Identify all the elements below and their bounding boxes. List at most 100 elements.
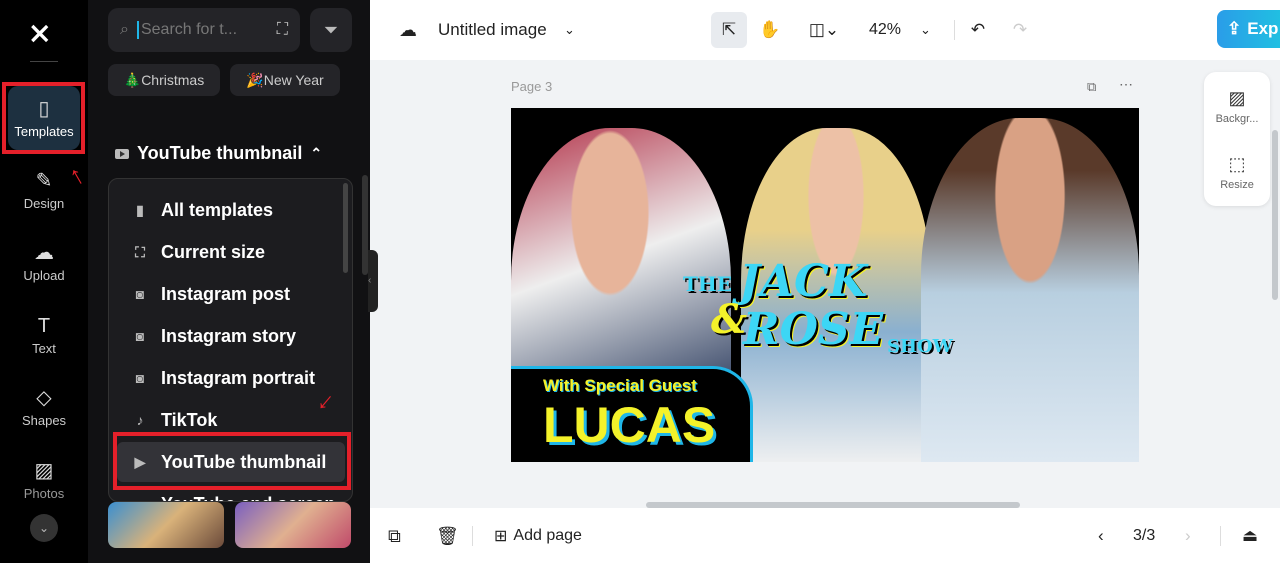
select-tool-button[interactable]: ⇱	[711, 12, 747, 48]
title-jack: JACK	[739, 256, 868, 307]
menu-label: TikTok	[161, 409, 218, 430]
template-thumbnail[interactable]	[235, 502, 351, 548]
shapes-icon: ◇	[36, 386, 52, 409]
divider	[472, 526, 473, 546]
search-placeholder: Search for t...	[136, 21, 237, 39]
tiktok-icon: ♪	[136, 412, 144, 428]
menu-item-instagram-post[interactable]: ◙ Instagram post	[117, 274, 345, 314]
document-title[interactable]: Untitled image	[438, 14, 547, 46]
delete-page-button[interactable]: 🗑	[436, 520, 459, 552]
title-ampersand: &	[711, 296, 748, 343]
instagram-icon: ◙	[135, 328, 145, 344]
zoom-chevron-icon[interactable]: ⌄	[920, 14, 931, 46]
export-label: Exp	[1247, 19, 1279, 38]
chevron-up-icon: ⌃	[310, 145, 323, 161]
filter-button[interactable]: ⏷	[310, 8, 352, 52]
canvas-design-image[interactable]: With Special Guest LUCAS THE JACK & ROSE…	[511, 108, 1139, 462]
duplicate-page-icon[interactable]: ⧉	[1087, 79, 1096, 95]
menu-label: Instagram post	[161, 283, 291, 304]
redo-button[interactable]: ↷	[1010, 14, 1030, 46]
cloud-saved-icon: ☁	[399, 19, 417, 40]
add-page-button[interactable]: ⊞ Add page	[494, 520, 582, 552]
duplicate-page-button[interactable]: ⧉	[388, 520, 401, 552]
capcut-logo: ⨯	[28, 17, 52, 48]
top-toolbar: ☁ Untitled image ⌄ ⇱ ✋ ◫⌄ 42% ⌄ ↶ ↷ ⇪ Exp	[370, 0, 1280, 60]
menu-item-instagram-portrait[interactable]: ◙ Instagram portrait	[117, 358, 345, 398]
rail-text[interactable]: T Text	[8, 303, 80, 367]
image-search-icon[interactable]: ⛶	[277, 21, 288, 39]
highlight-box-youtube	[113, 432, 351, 490]
menu-item-instagram-story[interactable]: ◙ Instagram story	[117, 316, 345, 356]
instagram-icon: ◙	[135, 286, 145, 302]
menu-label: All templates	[161, 199, 274, 220]
rail-label: Text	[32, 340, 56, 356]
rail-upload[interactable]: ☁ Upload	[8, 230, 80, 294]
menu-scrollbar[interactable]	[343, 183, 348, 273]
photos-icon: ▨	[34, 459, 54, 482]
divider	[1220, 526, 1221, 546]
guest-label: With Special Guest	[543, 376, 697, 395]
templates-icon: ▮	[136, 201, 144, 218]
add-page-icon: ⊞	[494, 528, 508, 545]
hand-tool-button[interactable]: ✋	[758, 14, 782, 46]
more-options-icon[interactable]: ⋯	[1119, 76, 1133, 93]
title-rose: ROSE	[743, 304, 884, 355]
resize-button[interactable]: ⬚ Resize	[1204, 154, 1270, 191]
design-icon: ✎	[35, 169, 53, 192]
resize-icon: ⬚	[1228, 154, 1246, 174]
zoom-level[interactable]: 42%	[869, 14, 901, 46]
rail-label: Design	[23, 195, 65, 211]
menu-label: Instagram story	[161, 325, 297, 346]
page-indicator: 3/3	[1133, 527, 1156, 544]
prev-page-button[interactable]: ‹	[1098, 520, 1104, 552]
background-button[interactable]: ▨ Backgr...	[1204, 88, 1270, 125]
chevron-down-icon[interactable]: ⌄	[564, 14, 575, 46]
rail-label: Photos	[23, 485, 65, 501]
background-label: Backgr...	[1215, 113, 1259, 125]
collapse-handle[interactable]: ‹	[368, 250, 378, 312]
upload-icon: ☁	[34, 241, 54, 264]
layout-button[interactable]: ◫⌄	[804, 14, 844, 46]
expand-pages-button[interactable]: ⏏	[1242, 520, 1258, 552]
bottom-toolbar: ⧉ 🗑 ⊞ Add page ‹ 3/3 › ⏏	[370, 508, 1280, 563]
add-page-label: Add page	[513, 527, 582, 544]
search-icon: ⌕	[120, 21, 129, 38]
crop-icon: ⛶	[135, 243, 145, 260]
menu-label: Current size	[161, 241, 266, 262]
section-header[interactable]: YouTube thumbnail ⌃	[115, 143, 322, 164]
divider	[954, 20, 955, 40]
title-show: SHOW	[887, 336, 953, 357]
more-button[interactable]: ⌄	[30, 514, 58, 542]
chip-christmas[interactable]: 🎄Christmas	[108, 64, 220, 96]
instagram-icon: ◙	[135, 370, 145, 386]
next-page-button[interactable]: ›	[1185, 520, 1191, 552]
undo-button[interactable]: ↶	[968, 14, 988, 46]
guest-name: LUCAS	[543, 397, 716, 453]
section-title: YouTube thumbnail	[137, 143, 303, 163]
rail-shapes[interactable]: ◇ Shapes	[8, 375, 80, 439]
title-the: THE	[683, 272, 733, 296]
menu-item-current-size[interactable]: ⛶ Current size	[117, 232, 345, 272]
rail-photos[interactable]: ▨ Photos	[8, 448, 80, 512]
text-icon: T	[37, 314, 51, 337]
menu-item-all-templates[interactable]: ▮ All templates	[117, 190, 345, 230]
page-label: Page 3	[511, 79, 553, 94]
vertical-scrollbar[interactable]	[1272, 130, 1278, 300]
template-thumbnail[interactable]	[108, 502, 224, 548]
search-input[interactable]: ⌕ Search for t... ⛶	[108, 8, 300, 52]
divider	[30, 61, 58, 62]
background-icon: ▨	[1228, 88, 1246, 108]
resize-label: Resize	[1220, 179, 1254, 191]
export-button[interactable]: ⇪ Exp	[1217, 10, 1280, 48]
rail-label: Upload	[23, 267, 65, 283]
menu-label: Instagram portrait	[161, 367, 316, 388]
youtube-icon: ▬	[133, 496, 147, 501]
rail-label: Shapes	[21, 412, 67, 428]
filter-icon: ⏷	[323, 19, 339, 40]
chip-new-year[interactable]: 🎉New Year	[230, 64, 340, 96]
right-tool-panel: ▨ Backgr... ⬚ Resize	[1204, 72, 1270, 206]
highlight-box-templates	[2, 82, 85, 154]
export-icon: ⇪	[1227, 19, 1242, 38]
menu-label: YouTube end screen	[161, 494, 335, 502]
person-right	[921, 118, 1139, 462]
